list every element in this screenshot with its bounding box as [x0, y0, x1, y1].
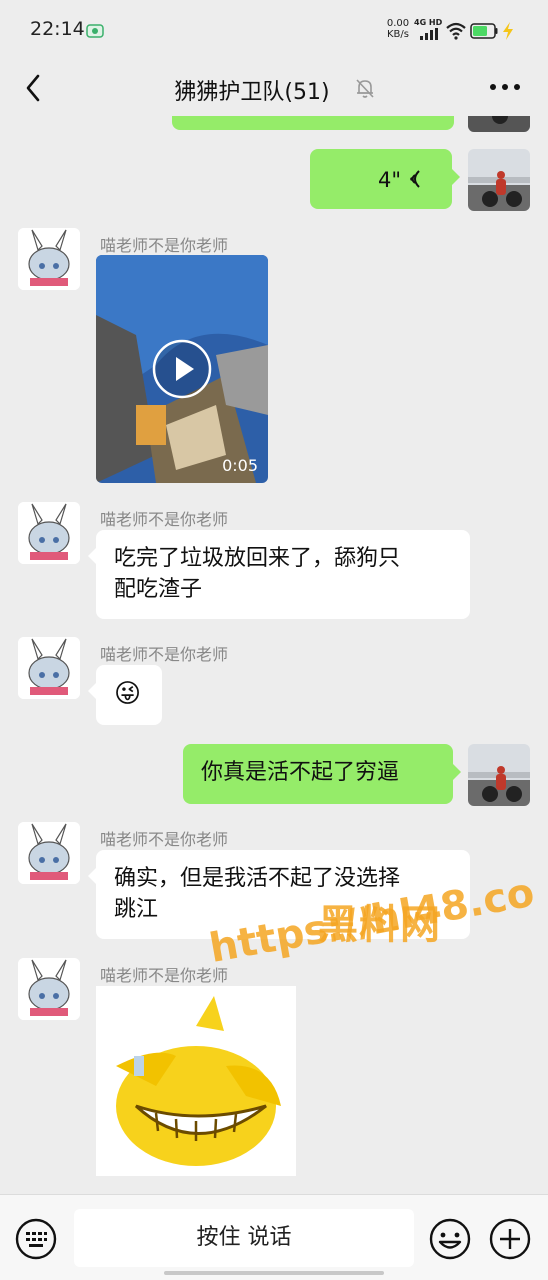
sender-nickname: 喵老师不是你老师 [100, 830, 229, 849]
chat-messages[interactable]: 4" 喵老师不是你老师 0:05 喵老师不是你老师 吃完了垃圾放回来了，舔狗只 … [0, 116, 548, 1194]
status-bar: 22:14 0.00 KB/s 4G HD [0, 0, 548, 62]
home-indicator[interactable] [164, 1271, 384, 1275]
plus-icon[interactable] [488, 1217, 532, 1261]
sender-avatar[interactable] [18, 502, 80, 564]
mute-bell-icon [356, 79, 374, 98]
message-line: 确实，但是我活不起了没选择 [114, 866, 401, 891]
sticker-message[interactable] [96, 986, 296, 1176]
network-speed-unit: KB/s [387, 29, 409, 40]
text-message[interactable]: 吃完了垃圾放回来了，舔狗只 配吃渣子 [88, 530, 470, 619]
hold-to-talk-button[interactable]: 按住 说话 [74, 1209, 414, 1267]
app-notification-icon [86, 24, 104, 38]
status-time: 22:14 [30, 18, 85, 40]
play-icon[interactable] [152, 339, 212, 399]
video-message[interactable]: 0:05 [96, 255, 268, 483]
keyboard-icon[interactable] [14, 1217, 58, 1261]
sender-avatar[interactable] [18, 958, 80, 1020]
sender-avatar[interactable] [18, 228, 80, 290]
network-type: 4G HD [414, 18, 443, 27]
emoji-message[interactable]: 😜 [88, 665, 162, 725]
message-line: 配吃渣子 [114, 577, 203, 602]
my-avatar[interactable] [468, 744, 530, 806]
my-avatar[interactable] [468, 149, 530, 211]
voice-message[interactable]: 4" [310, 149, 460, 209]
my-avatar[interactable] [468, 116, 530, 132]
chat-title-wrap: 狒狒护卫队(51) [0, 74, 548, 106]
sender-avatar[interactable] [18, 822, 80, 884]
message-text: 你真是活不起了穷逼 [201, 760, 400, 785]
wifi-icon [446, 22, 466, 40]
signal-icon [420, 28, 438, 40]
charging-icon [503, 22, 513, 40]
emoji-wink-tongue: 😜 [114, 679, 142, 709]
network-speed: 0.00 KB/s [382, 18, 414, 40]
more-icon[interactable] [488, 80, 522, 94]
sender-nickname: 喵老师不是你老师 [100, 966, 229, 985]
chat-header: 狒狒护卫队(51) [0, 62, 548, 116]
chat-title[interactable]: 狒狒护卫队(51) [174, 74, 373, 106]
sender-nickname: 喵老师不是你老师 [100, 510, 229, 529]
message-partial-top [172, 116, 454, 130]
network-speed-value: 0.00 [386, 18, 410, 29]
message-line: 吃完了垃圾放回来了，舔狗只 [114, 546, 401, 571]
voice-duration: 4" [378, 168, 402, 192]
video-duration: 0:05 [222, 456, 258, 475]
sender-nickname: 喵老师不是你老师 [100, 236, 229, 255]
battery-icon [470, 23, 498, 39]
sender-avatar[interactable] [18, 637, 80, 699]
input-bar: 按住 说话 [0, 1194, 548, 1280]
emoji-icon[interactable] [428, 1217, 472, 1261]
sender-nickname: 喵老师不是你老师 [100, 645, 229, 664]
voice-wave-icon [410, 170, 420, 188]
text-message[interactable]: 你真是活不起了穷逼 [183, 744, 461, 804]
